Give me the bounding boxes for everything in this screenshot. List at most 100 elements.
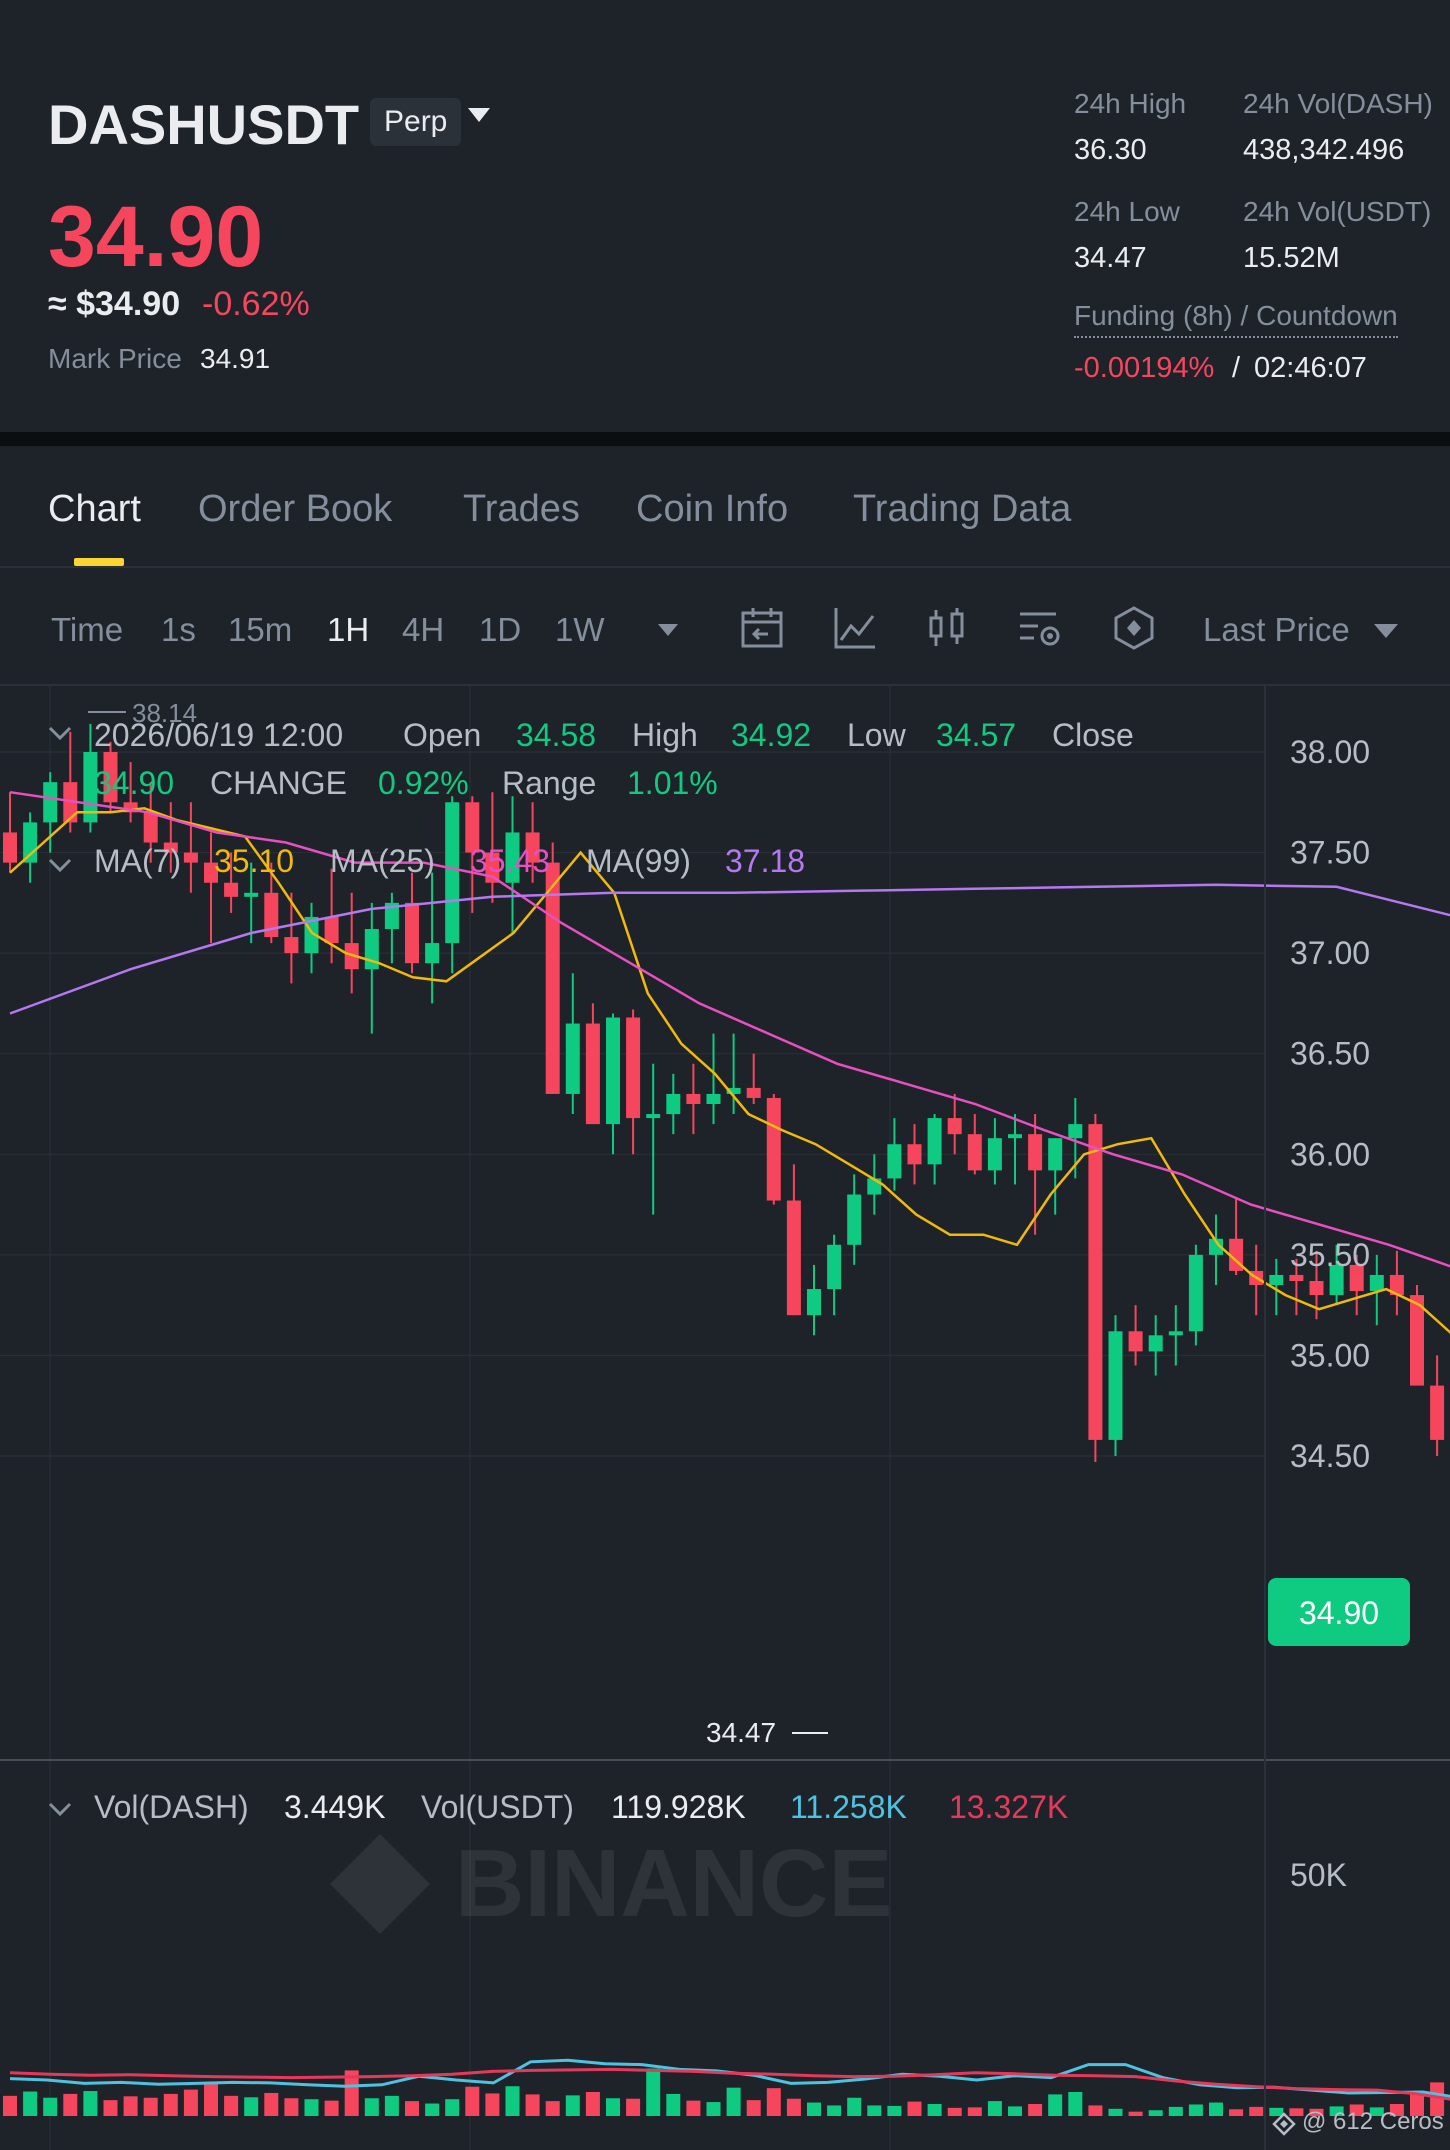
indicator-chart-icon[interactable]: [831, 604, 879, 652]
price-axis-tick: 34.50: [1290, 1438, 1370, 1474]
ohlc-legend: 2026/06/19 12:00 Open 34.58 High 34.92 L…: [48, 717, 1134, 879]
stat-high-value: 36.30: [1074, 134, 1147, 166]
price-axis-tick: 37.00: [1290, 935, 1370, 971]
volume-bar: [706, 2102, 721, 2116]
candle-body: [143, 812, 158, 843]
volume-bar: [1128, 2111, 1143, 2116]
volume-bar: [183, 2089, 198, 2116]
candle-body: [425, 943, 440, 964]
volume-bar: [686, 2100, 701, 2116]
candle-body: [244, 892, 259, 897]
tab-trading-data[interactable]: Trading Data: [853, 488, 1071, 531]
chart-settings-icon[interactable]: [1016, 604, 1064, 652]
volume-bar: [1188, 2104, 1203, 2116]
candle-body: [746, 1087, 761, 1098]
candle-body: [183, 852, 198, 863]
volume-bar: [83, 2091, 98, 2116]
volume-bar: [1008, 2106, 1022, 2116]
candles-layer: [3, 723, 1445, 1463]
legend-open-label: Open: [403, 717, 481, 753]
candlestick-chart[interactable]: BINANCE 38.00 37.50 37.00 36.50 36.00 35.50 35…: [0, 686, 1450, 2150]
vol-dash-value: 3.449K: [284, 1789, 385, 1825]
volume-bar: [465, 2086, 480, 2116]
volume-bar: [565, 2095, 580, 2116]
volume-bar: [1148, 2110, 1163, 2116]
interval-1h[interactable]: 1H: [327, 611, 369, 649]
candle-body: [1269, 1274, 1284, 1286]
stat-vol-dash-value: 438,342.496: [1243, 134, 1405, 166]
candle-body: [1148, 1335, 1163, 1352]
chevron-down-icon[interactable]: [468, 108, 490, 122]
tab-order-book[interactable]: Order Book: [198, 488, 392, 531]
candle-body: [907, 1144, 922, 1165]
current-price-tag: 34.90: [1268, 1578, 1410, 1646]
volume-legend: Vol(DASH) 3.449K Vol(USDT) 119.928K 11.2…: [48, 1789, 1068, 1825]
legend-datetime: 2026/06/19 12:00: [94, 717, 343, 753]
volume-bar: [847, 2097, 862, 2116]
tab-chart[interactable]: Chart: [48, 488, 141, 531]
candle-body: [1289, 1274, 1304, 1282]
candle-body: [1008, 1134, 1022, 1139]
symbol-title[interactable]: DASHUSDT: [48, 92, 359, 157]
candle-body: [947, 1118, 962, 1135]
interval-15m[interactable]: 15m: [228, 611, 292, 649]
tab-trades[interactable]: Trades: [463, 488, 580, 531]
interval-dropdown-icon[interactable]: [658, 624, 678, 636]
volume-bar: [545, 2101, 560, 2116]
candle-body: [686, 1093, 701, 1104]
vol-usdt-value: 119.928K: [611, 1789, 746, 1825]
contract-type-badge[interactable]: Perp: [370, 98, 462, 146]
funding-label[interactable]: Funding (8h) / Countdown: [1074, 300, 1398, 338]
candle-body: [987, 1138, 1002, 1171]
collapse-chevron-icon: [48, 858, 72, 873]
interval-1w[interactable]: 1W: [555, 611, 605, 649]
vol-ma2-value: 13.327K: [949, 1789, 1068, 1825]
interval-1s[interactable]: 1s: [161, 611, 196, 649]
volume-bar: [927, 2104, 942, 2116]
ma7-value: 35.10: [214, 843, 294, 879]
candle-style-icon[interactable]: [923, 604, 971, 652]
chevron-down-icon[interactable]: [1374, 624, 1398, 638]
calendar-icon[interactable]: [738, 604, 786, 652]
volume-bar: [425, 2103, 440, 2116]
volume-bar: [1068, 2092, 1083, 2116]
candle-body: [1309, 1281, 1324, 1296]
volume-bar: [163, 2093, 178, 2116]
price-axis-tick: 36.00: [1290, 1136, 1370, 1172]
candle-body: [927, 1118, 942, 1165]
price-axis-tick: 35.00: [1290, 1337, 1370, 1373]
interval-4h[interactable]: 4H: [402, 611, 444, 649]
candle-body: [1430, 1385, 1445, 1440]
vol-dash-label: Vol(DASH): [94, 1789, 249, 1825]
active-tab-indicator: [74, 558, 124, 566]
candle-body: [1048, 1138, 1063, 1171]
interval-1d[interactable]: 1D: [479, 611, 521, 649]
candle-body: [807, 1289, 821, 1316]
volume-bar: [867, 2105, 882, 2116]
time-label[interactable]: Time: [51, 611, 123, 649]
watermark-text: BINANCE: [455, 1830, 892, 1937]
candle-body: [284, 937, 299, 954]
tab-coin-info[interactable]: Coin Info: [636, 488, 788, 531]
volume-bar: [1028, 2104, 1043, 2116]
candle-body: [324, 916, 339, 944]
volume-bar: [907, 2101, 922, 2116]
volume-bar: [746, 2100, 761, 2116]
mark-price-value: 34.91: [200, 343, 271, 374]
volume-bar: [827, 2105, 842, 2116]
volume-bar: [485, 2093, 500, 2116]
candle-body: [43, 782, 58, 823]
legend-low-label: Low: [847, 717, 907, 753]
hexagon-tools-icon[interactable]: [1110, 604, 1158, 652]
section-divider: [0, 432, 1450, 446]
collapse-chevron-icon: [48, 1802, 72, 1817]
volume-bar: [1088, 2105, 1103, 2116]
volume-bar: [726, 2087, 741, 2116]
candle-body: [827, 1244, 842, 1290]
candle-body: [545, 862, 560, 1094]
candle-body: [766, 1097, 781, 1201]
price-type-select[interactable]: Last Price: [1203, 611, 1350, 649]
current-price-label: 34.90: [1299, 1595, 1379, 1631]
volume-bar: [766, 2088, 781, 2116]
volume-bar: [606, 2098, 620, 2116]
